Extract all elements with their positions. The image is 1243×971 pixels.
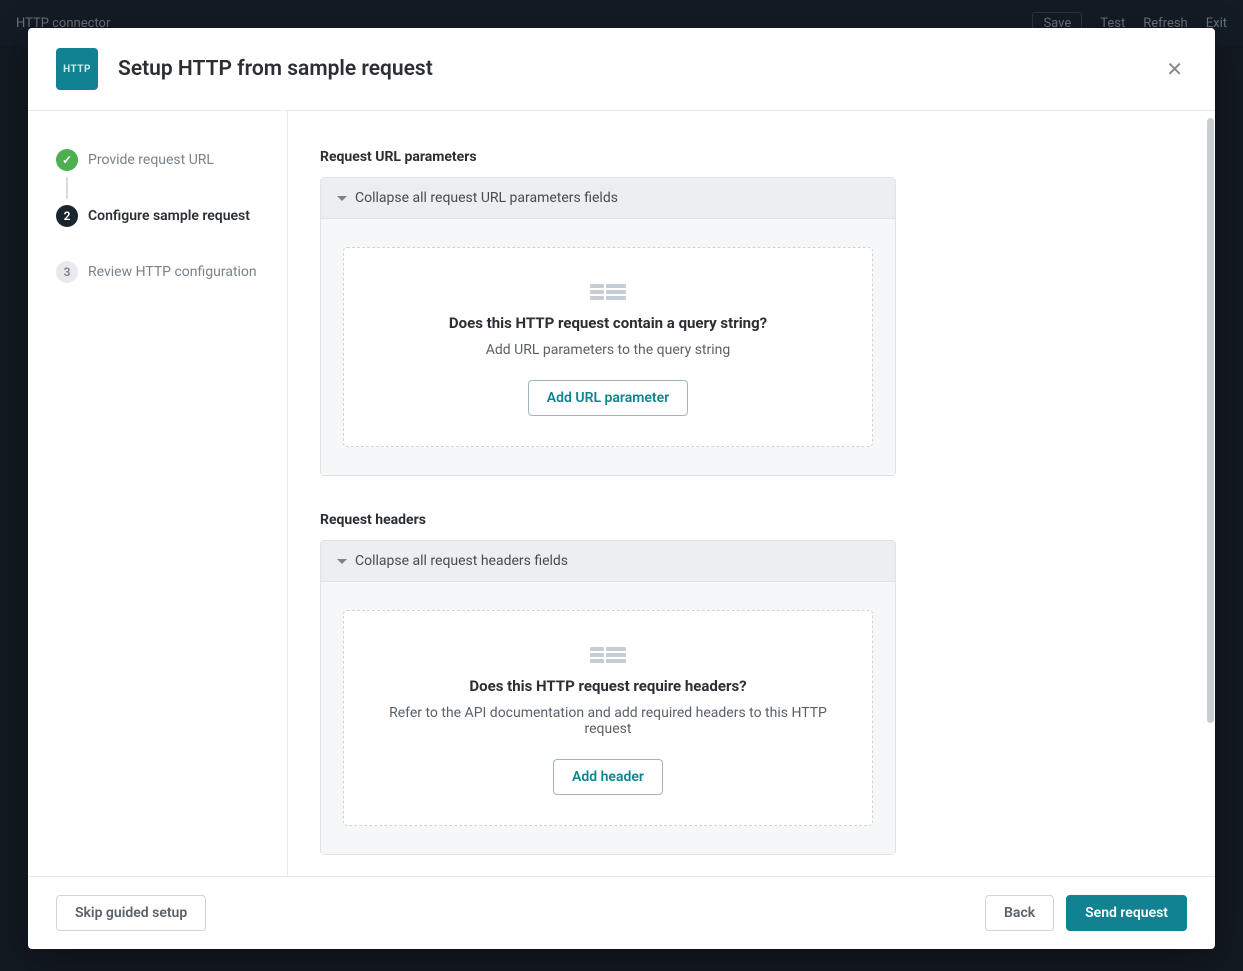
empty-state-card: Does this HTTP request contain a query s… [343, 247, 873, 447]
panel-body: Does this HTTP request require headers? … [321, 582, 895, 854]
collapse-label: Collapse all request URL parameters fiel… [355, 190, 618, 206]
headers-section: Request headers Collapse all request hea… [320, 512, 896, 855]
empty-subtext: Add URL parameters to the query string [368, 342, 848, 358]
wizard-steps: Provide request URL 2 Configure sample r… [28, 111, 288, 876]
step-connector [66, 177, 68, 199]
add-header-button[interactable]: Add header [553, 759, 663, 795]
modal-body: Provide request URL 2 Configure sample r… [28, 111, 1215, 876]
url-params-panel: Collapse all request URL parameters fiel… [320, 177, 896, 476]
close-button[interactable]: ✕ [1162, 53, 1187, 85]
step-provide-url[interactable]: Provide request URL [56, 149, 265, 171]
collapse-toggle[interactable]: Collapse all request headers fields [321, 541, 895, 582]
close-icon: ✕ [1166, 57, 1183, 81]
send-request-button[interactable]: Send request [1066, 895, 1187, 931]
step-connector [66, 233, 68, 255]
step-review-config[interactable]: 3 Review HTTP configuration [56, 261, 265, 283]
step-label: Provide request URL [88, 152, 214, 168]
empty-state-card: Does this HTTP request require headers? … [343, 610, 873, 826]
step-label: Configure sample request [88, 208, 250, 224]
step-label: Review HTTP configuration [88, 264, 257, 280]
step-configure-request[interactable]: 2 Configure sample request [56, 205, 265, 227]
form-fields-icon [590, 647, 626, 663]
modal-header: HTTP Setup HTTP from sample request ✕ [28, 28, 1215, 111]
modal-title: Setup HTTP from sample request [118, 57, 433, 81]
add-url-parameter-button[interactable]: Add URL parameter [528, 380, 688, 416]
form-fields-icon [590, 284, 626, 300]
http-icon: HTTP [56, 48, 98, 90]
empty-subtext: Refer to the API documentation and add r… [368, 705, 848, 737]
modal-footer: Skip guided setup Back Send request [28, 876, 1215, 949]
skip-guided-setup-button[interactable]: Skip guided setup [56, 895, 206, 931]
setup-modal: HTTP Setup HTTP from sample request ✕ Pr… [28, 28, 1215, 949]
empty-heading: Does this HTTP request require headers? [368, 677, 848, 695]
url-params-section: Request URL parameters Collapse all requ… [320, 149, 896, 476]
headers-panel: Collapse all request headers fields Does… [320, 540, 896, 855]
scrollbar[interactable] [1207, 118, 1215, 874]
chevron-down-icon [337, 196, 347, 201]
empty-heading: Does this HTTP request contain a query s… [368, 314, 848, 332]
check-icon [56, 149, 78, 171]
scrollbar-thumb[interactable] [1207, 118, 1214, 723]
step-number: 3 [56, 261, 78, 283]
collapse-label: Collapse all request headers fields [355, 553, 568, 569]
back-button[interactable]: Back [985, 895, 1054, 931]
section-title: Request URL parameters [320, 149, 896, 165]
chevron-down-icon [337, 559, 347, 564]
collapse-toggle[interactable]: Collapse all request URL parameters fiel… [321, 178, 895, 219]
panel-body: Does this HTTP request contain a query s… [321, 219, 895, 475]
modal-content: Request URL parameters Collapse all requ… [288, 111, 928, 876]
step-number: 2 [56, 205, 78, 227]
section-title: Request headers [320, 512, 896, 528]
